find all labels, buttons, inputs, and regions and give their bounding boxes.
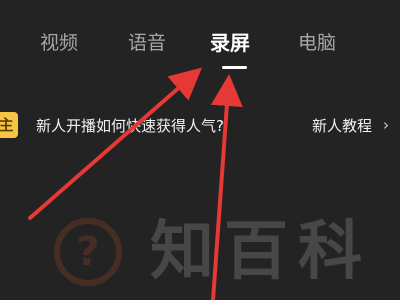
active-tab-indicator xyxy=(222,66,247,69)
mode-tab-bar: 视频 语音 录屏 电脑 xyxy=(0,0,400,88)
beginner-tutorial-link[interactable]: 新人教程 xyxy=(312,115,372,137)
watermark-text: 知百科 xyxy=(150,215,372,289)
tab-computer[interactable]: 电脑 xyxy=(298,28,336,58)
tab-voice[interactable]: 语音 xyxy=(128,28,166,58)
tab-video[interactable]: 视频 xyxy=(40,28,78,58)
beginner-tip-banner[interactable]: 主 新人开播如何快速获得人气? 新人教程 › xyxy=(0,104,400,148)
watermark: ? 知百科 xyxy=(54,215,394,298)
arrow-diagonal xyxy=(28,67,203,220)
chevron-right-icon: › xyxy=(383,116,389,134)
watermark-question-icon: ? xyxy=(54,218,122,286)
tab-screen-record[interactable]: 录屏 xyxy=(210,28,250,58)
tip-badge-icon: 主 xyxy=(0,112,18,138)
tip-question-text: 新人开播如何快速获得人气? xyxy=(36,117,224,135)
